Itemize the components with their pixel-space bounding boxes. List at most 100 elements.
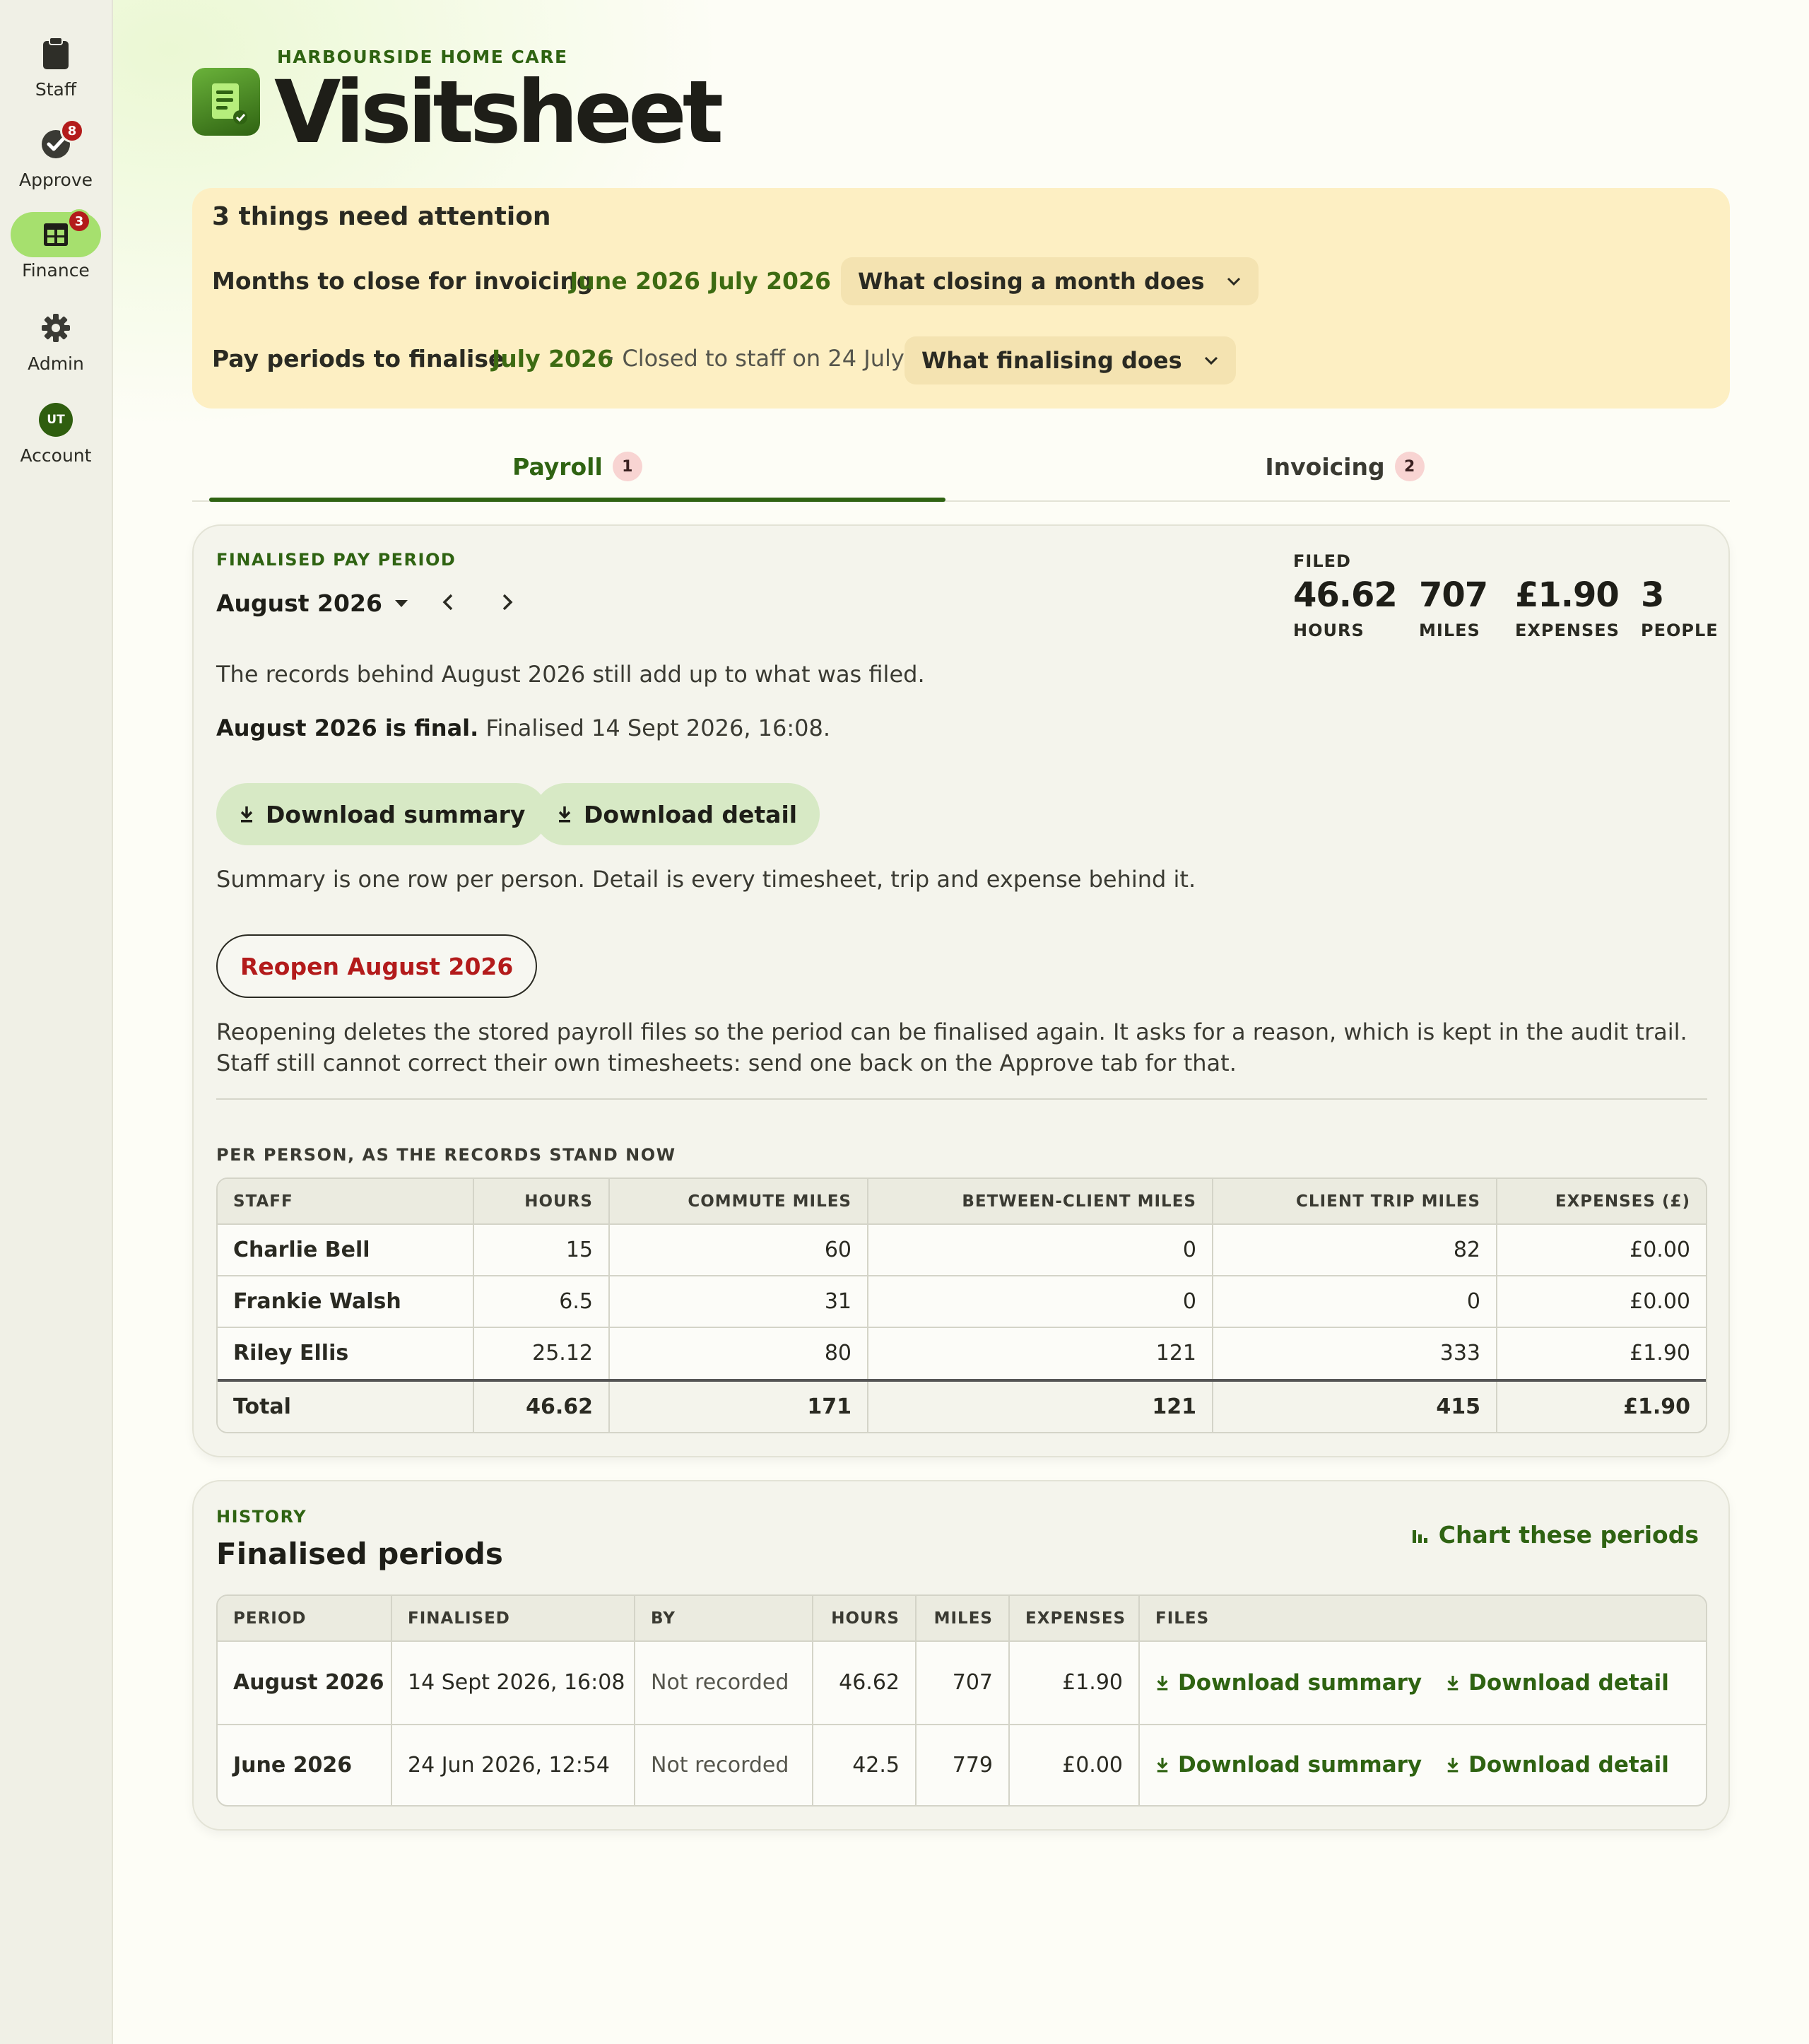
- per-person-eyebrow: PER PERSON, AS THE RECORDS STAND NOW: [216, 1145, 676, 1165]
- document-check-icon: [212, 83, 247, 124]
- files-cell: Download summary Download detail: [1139, 1725, 1706, 1805]
- expenses-cell: £1.90: [1009, 1641, 1140, 1725]
- commute-miles-cell: 31: [609, 1276, 868, 1328]
- pay-period-link-july-2026[interactable]: July 2026: [492, 345, 613, 372]
- nav-item-staff[interactable]: Staff: [0, 31, 112, 100]
- total-commute-miles: 171: [609, 1378, 868, 1432]
- total-label: Total: [218, 1378, 474, 1432]
- by-cell: Not recorded: [635, 1724, 813, 1805]
- expenses-cell: £0.00: [1009, 1724, 1140, 1805]
- hours-cell: 6.5: [473, 1276, 610, 1328]
- client-trip-miles-cell: 0: [1213, 1276, 1497, 1328]
- tab-payroll[interactable]: Payroll 1: [209, 433, 945, 500]
- finalised-cell: 14 Sept 2026, 16:08: [391, 1641, 635, 1725]
- finalising-help-toggle[interactable]: What finalising does: [904, 336, 1236, 384]
- month-link-june-2026[interactable]: June 2026: [570, 267, 700, 295]
- nav-item-approve[interactable]: 8 Approve: [0, 119, 112, 190]
- column-header: STAFF: [218, 1179, 474, 1225]
- stat-expenses-label: EXPENSES: [1515, 621, 1620, 640]
- closing-help-toggle[interactable]: What closing a month does: [841, 257, 1259, 305]
- chevron-down-icon: [1227, 277, 1240, 286]
- download-summary-button[interactable]: Download summary: [216, 783, 548, 845]
- nav-item-admin[interactable]: Admin: [0, 305, 112, 374]
- table-icon: [44, 223, 68, 246]
- app-logo: [192, 68, 260, 136]
- tab-invoicing[interactable]: Invoicing 2: [977, 433, 1713, 500]
- stat-miles-value: 707: [1419, 575, 1488, 615]
- hours-cell: 42.5: [813, 1724, 917, 1805]
- reopen-period-button[interactable]: Reopen August 2026: [216, 934, 538, 998]
- client-trip-miles-cell: 82: [1213, 1224, 1497, 1276]
- download-detail-label: Download detail: [1468, 1752, 1669, 1778]
- miles-cell: 707: [916, 1641, 1010, 1725]
- column-header: FILES: [1139, 1596, 1706, 1642]
- stat-expenses-value: £1.90: [1515, 575, 1620, 615]
- history-table: PERIOD FINALISED BY HOURS MILES EXPENSES…: [216, 1594, 1707, 1807]
- tab-badge: 1: [612, 452, 642, 481]
- tab-badge: 2: [1394, 452, 1425, 481]
- download-note: Summary is one row per person. Detail is…: [216, 866, 1196, 893]
- download-summary-label: Download summary: [1178, 1669, 1422, 1696]
- chart-periods-link[interactable]: Chart these periods: [1410, 1521, 1699, 1549]
- staff-name: Riley Ellis: [218, 1327, 474, 1381]
- next-period-button[interactable]: [486, 581, 529, 623]
- stat-miles-label: MILES: [1419, 621, 1480, 640]
- attention-banner: 3 things need attention Months to close …: [192, 188, 1730, 409]
- reopen-note: Reopening deletes the stored payroll fil…: [216, 1018, 1687, 1076]
- table-total-row: Total 46.62 171 121 415 £1.90: [218, 1378, 1706, 1432]
- finalised-period-card: FINALISED PAY PERIOD August 2026 FILED 4…: [192, 524, 1730, 1457]
- closing-help-label: What closing a month does: [858, 268, 1205, 295]
- nav-label: Approve: [18, 170, 93, 190]
- finalised-cell: 24 Jun 2026, 12:54: [391, 1724, 635, 1805]
- column-header: HOURS: [473, 1179, 610, 1225]
- column-header: BETWEEN-CLIENT MILES: [868, 1179, 1213, 1225]
- column-header: CLIENT TRIP MILES: [1213, 1179, 1497, 1225]
- between-client-miles-cell: 0: [868, 1224, 1213, 1276]
- download-summary-link[interactable]: Download summary: [1155, 1752, 1422, 1778]
- period-eyebrow: FINALISED PAY PERIOD: [216, 550, 456, 570]
- nav-item-finance[interactable]: 3 Finance: [0, 209, 112, 281]
- download-detail-link[interactable]: Download detail: [1446, 1670, 1669, 1696]
- download-icon: [1447, 1675, 1459, 1691]
- miles-cell: 779: [916, 1724, 1010, 1805]
- period-select[interactable]: August 2026: [216, 589, 409, 617]
- download-summary-link[interactable]: Download summary: [1155, 1670, 1422, 1696]
- table-header-row: PERIOD FINALISED BY HOURS MILES EXPENSES…: [218, 1596, 1706, 1642]
- download-icon: [240, 806, 253, 823]
- staff-name: Frankie Walsh: [218, 1276, 474, 1328]
- column-header: HOURS: [813, 1596, 917, 1642]
- history-card: HISTORY Finalised periods Chart these pe…: [192, 1480, 1730, 1831]
- column-header: FINALISED: [391, 1596, 635, 1642]
- gear-icon: [42, 314, 70, 342]
- previous-period-button[interactable]: [427, 581, 469, 623]
- month-link-july-2026[interactable]: July 2026: [709, 267, 831, 295]
- nav-item-account[interactable]: UT Account: [0, 397, 112, 466]
- between-client-miles-cell: 0: [868, 1276, 1213, 1328]
- expenses-cell: £0.00: [1497, 1276, 1706, 1328]
- total-client-trip-miles: 415: [1213, 1378, 1497, 1432]
- table-row: Frankie Walsh 6.5 31 0 0 £0.00: [218, 1276, 1706, 1328]
- download-detail-link[interactable]: Download detail: [1446, 1752, 1669, 1778]
- staff-name: Charlie Bell: [218, 1224, 474, 1276]
- column-header: EXPENSES (£): [1497, 1179, 1706, 1225]
- download-icon: [558, 806, 571, 823]
- app-title: Visitsheet: [274, 62, 724, 163]
- by-cell: Not recorded: [635, 1641, 813, 1725]
- stat-people-label: PEOPLE: [1641, 621, 1719, 640]
- download-icon: [1157, 1758, 1168, 1773]
- total-expenses: £1.90: [1497, 1378, 1706, 1432]
- attention-title: 3 things need attention: [212, 202, 551, 231]
- chevron-left-icon: [442, 594, 453, 611]
- final-status-bold: August 2026 is final.: [216, 715, 479, 741]
- months-label: Months to close for invoicing: [212, 267, 594, 295]
- history-title: Finalised periods: [216, 1537, 503, 1571]
- download-icon: [1157, 1675, 1168, 1691]
- download-detail-button[interactable]: Download detail: [534, 783, 820, 845]
- stat-hours-value: 46.62: [1293, 575, 1398, 615]
- total-hours: 46.62: [473, 1378, 610, 1432]
- table-row: August 2026 14 Sept 2026, 16:08 Not reco…: [218, 1641, 1706, 1725]
- download-summary-label: Download summary: [266, 800, 526, 828]
- column-header: BY: [635, 1596, 813, 1642]
- period-cell: August 2026: [218, 1641, 392, 1725]
- client-trip-miles-cell: 333: [1213, 1327, 1497, 1381]
